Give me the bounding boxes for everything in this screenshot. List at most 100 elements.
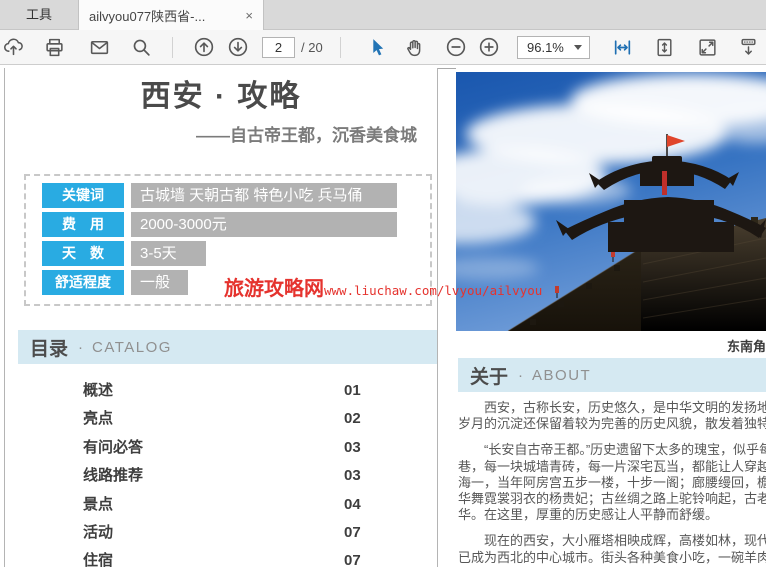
toolbar: / 20 96.1% (0, 30, 766, 65)
toc-item-page: 03 (344, 462, 361, 490)
watermark-zh: 旅游攻略网 (224, 272, 324, 301)
info-label: 关键词 (42, 183, 124, 208)
hand-tool-button[interactable] (402, 35, 426, 59)
fit-page-button[interactable] (652, 35, 676, 59)
info-row: 天 数 3-5天 (42, 241, 430, 266)
share-cloud-icon (3, 37, 24, 58)
zoom-in-button[interactable] (477, 35, 501, 59)
toc-item: 住宿 07 (5, 547, 437, 567)
guide-title: 西安 · 攻略 (5, 71, 437, 115)
about-section-header: 关于 · ABOUT (458, 358, 766, 392)
toc-item-page: 07 (344, 547, 361, 567)
toc-item-label: 线路推荐 (83, 462, 143, 490)
email-button[interactable] (87, 35, 111, 59)
toc-item-label: 景点 (83, 491, 113, 519)
page-right: 东南角楼 关于 · ABOUT 西安，古称长安，历史悠久，是中华文明的发扬地，历… (456, 68, 766, 567)
body-text-line: 已成为西北的中心城市。街头各种美食小吃，一碗羊肉泡馍 (458, 550, 766, 566)
toc-item-label: 概述 (83, 377, 113, 405)
fit-width-button[interactable] (610, 35, 634, 59)
catalog-section-header: 目录 · CATALOG (18, 330, 438, 364)
body-text-line: 西安，古称长安，历史悠久，是中华文明的发扬地，历 (458, 400, 766, 416)
pdf-viewer-window: 工具 ailvyou077陕西省-... × / 20 (0, 0, 766, 567)
about-title-zh: 关于 (470, 362, 508, 389)
about-title-en: ABOUT (532, 367, 591, 384)
zoom-level-select[interactable]: 96.1% (517, 36, 590, 59)
tab-tools[interactable]: 工具 (0, 0, 78, 30)
info-value: 古城墙 天朝古都 特色小吃 兵马俑 (131, 183, 397, 208)
close-tab-icon[interactable]: × (245, 8, 253, 23)
fullscreen-button[interactable] (695, 35, 719, 59)
info-label: 天 数 (42, 241, 124, 266)
toolbar-separator (172, 37, 173, 58)
info-label: 费 用 (42, 212, 124, 237)
tab-document[interactable]: ailvyou077陕西省-... × (78, 0, 264, 30)
page-left: 西安 · 攻略 ——自古帝王都，沉香美食城 关键词 古城墙 天朝古都 特色小吃 … (4, 68, 438, 567)
cursor-arrow-icon (367, 37, 388, 58)
search-icon (131, 37, 152, 58)
document-tab-title: ailvyou077陕西省-... (89, 6, 239, 25)
photo-caption: 东南角楼 (727, 336, 766, 355)
info-row: 关键词 古城墙 天朝古都 特色小吃 兵马俑 (42, 183, 430, 208)
toc-item-label: 亮点 (83, 405, 113, 433)
site-watermark: 旅游攻略网 www.liuchaw.com/lvyou/ailvyou (224, 272, 542, 301)
fit-page-icon (654, 37, 675, 58)
body-text-line: 现在的西安，大小雁塔相映成辉，高楼如林，现代化高 (458, 533, 766, 549)
body-text-line: 岁月的沉淀还保留着较为完善的历史风貌，散发着独特的古 (458, 416, 766, 432)
toc-item-page: 07 (344, 519, 361, 547)
toc-item-page: 03 (344, 434, 361, 462)
guide-subtitle: ——自古帝王都，沉香美食城 (196, 121, 417, 146)
printer-icon (44, 37, 65, 58)
info-row: 费 用 2000-3000元 (42, 212, 430, 237)
chevron-down-icon (574, 45, 582, 50)
toc-item-label: 活动 (83, 519, 113, 547)
body-text-line: “长安自古帝王都。”历史遗留下太多的瑰宝，似乎每 (458, 442, 766, 458)
toc-item-label: 有问必答 (83, 434, 143, 462)
share-button[interactable] (1, 35, 25, 59)
fit-width-icon (612, 37, 633, 58)
info-value: 2000-3000元 (131, 212, 397, 237)
toc-item: 概述 01 (5, 377, 437, 405)
next-page-button[interactable] (226, 35, 250, 59)
search-button[interactable] (129, 35, 153, 59)
info-value: 3-5天 (131, 241, 206, 266)
body-text-line: 华。在这里，厚重的历史感让人平静而舒缓。 (458, 507, 766, 523)
watermark-url: www.liuchaw.com/lvyou/ailvyou (324, 283, 542, 298)
catalog-title-en: CATALOG (92, 339, 172, 356)
catalog-title-zh: 目录 (30, 334, 68, 361)
zoom-out-button[interactable] (444, 35, 468, 59)
hand-icon (404, 37, 425, 58)
hide-toolbar-button[interactable] (736, 35, 760, 59)
document-canvas[interactable]: 西安 · 攻略 ——自古帝王都，沉香美食城 关键词 古城墙 天朝古都 特色小吃 … (0, 65, 766, 567)
table-of-contents: 概述 01 亮点 02 有问必答 03 线路推荐 (5, 377, 437, 567)
minus-circle-icon (445, 36, 467, 58)
info-label: 舒适程度 (42, 270, 124, 295)
toc-item: 亮点 02 (5, 405, 437, 433)
toc-item-page: 04 (344, 491, 361, 519)
body-text-line: 华舞霓裳羽衣的杨贵妃；古丝绸之路上驼铃响起，古老的国 (458, 491, 766, 507)
catalog-dot: · (78, 339, 83, 356)
select-tool-button[interactable] (365, 35, 389, 59)
tab-bar: 工具 ailvyou077陕西省-... × (0, 0, 766, 30)
page-number-input[interactable] (262, 37, 295, 58)
plus-circle-icon (478, 36, 500, 58)
toc-item: 有问必答 03 (5, 434, 437, 462)
toc-item-label: 住宿 (83, 547, 113, 567)
page-count-label: / 20 (301, 30, 323, 65)
toc-item-page: 02 (344, 405, 361, 433)
expand-icon (697, 37, 718, 58)
envelope-icon (89, 37, 110, 58)
arrow-down-circle-icon (227, 36, 249, 58)
toc-item-page: 01 (344, 377, 361, 405)
zoom-level-value: 96.1% (518, 40, 574, 55)
toc-item: 线路推荐 03 (5, 462, 437, 490)
body-text-line: 海一，当年阿房宫五步一楼，十步一阁；廊腰缦回，檐牙高 (458, 475, 766, 491)
info-value: 一般 (131, 270, 188, 295)
body-text-line: 巷，每一块城墙青砖，每一片深宅瓦当，都能让人穿越时空 (458, 459, 766, 475)
arrow-up-circle-icon (193, 36, 215, 58)
previous-page-button[interactable] (192, 35, 216, 59)
toc-item: 活动 07 (5, 519, 437, 547)
toc-item: 景点 04 (5, 491, 437, 519)
print-button[interactable] (42, 35, 66, 59)
about-dot: · (518, 367, 523, 384)
collapse-toolbar-icon (738, 37, 759, 58)
